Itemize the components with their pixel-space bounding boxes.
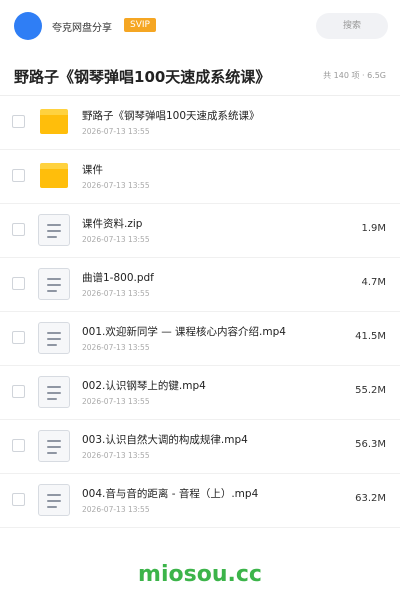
file-name[interactable]: 002.认识钢琴上的键.mp4 (82, 378, 206, 393)
document-icon (38, 214, 70, 246)
folder-icon (38, 160, 70, 192)
file-date: 2026-07-13 13:55 (82, 235, 150, 244)
avatar[interactable] (14, 12, 42, 40)
file-row[interactable]: 003.认识自然大调的构成规律.mp4 2026-07-13 13:55 56.3M (0, 420, 400, 474)
document-line (47, 452, 57, 454)
document-line (47, 398, 57, 400)
file-row[interactable]: 野路子《钢琴弹唱100天速成系统课》 2026-07-13 13:55 (0, 96, 400, 150)
document-icon (38, 376, 70, 408)
folder-body (40, 169, 68, 188)
document-line (47, 284, 61, 286)
file-date: 2026-07-13 13:55 (82, 397, 150, 406)
file-row[interactable]: 001.欢迎新同学 — 课程核心内容介绍.mp4 2026-07-13 13:55… (0, 312, 400, 366)
watermark: miosou.cc (138, 562, 262, 587)
row-checkbox[interactable] (12, 115, 25, 128)
folder-icon (38, 106, 70, 138)
file-date: 2026-07-13 13:55 (82, 289, 150, 298)
document-line (47, 230, 61, 232)
document-line (47, 236, 57, 238)
file-row[interactable]: 曲谱1-800.pdf 2026-07-13 13:55 4.7M (0, 258, 400, 312)
document-line (47, 344, 57, 346)
document-line (47, 506, 57, 508)
file-name[interactable]: 课件资料.zip (82, 216, 142, 231)
folder-body (40, 115, 68, 134)
document-line (47, 224, 61, 226)
document-line (47, 500, 61, 502)
file-row[interactable]: 课件资料.zip 2026-07-13 13:55 1.9M (0, 204, 400, 258)
file-row[interactable]: 课件 2026-07-13 13:55 (0, 150, 400, 204)
file-name[interactable]: 野路子《钢琴弹唱100天速成系统课》 (82, 108, 260, 123)
document-line (47, 392, 61, 394)
page-title: 野路子《钢琴弹唱100天速成系统课》 (14, 68, 271, 86)
file-date: 2026-07-13 13:55 (82, 505, 150, 514)
document-icon (38, 484, 70, 516)
svip-badge: SVIP (124, 18, 156, 32)
document-line (47, 446, 61, 448)
document-line (47, 386, 61, 388)
file-size: 56.3M (355, 439, 386, 450)
document-line (47, 290, 57, 292)
file-name[interactable]: 004.音与音的距离 - 音程（上）.mp4 (82, 486, 258, 501)
app-header: 夸克网盘分享 SVIP 搜索 (0, 0, 400, 52)
file-name[interactable]: 003.认识自然大调的构成规律.mp4 (82, 432, 248, 447)
file-date: 2026-07-13 13:55 (82, 127, 150, 136)
document-icon (38, 322, 70, 354)
file-size: 41.5M (355, 331, 386, 342)
row-checkbox[interactable] (12, 277, 25, 290)
document-line (47, 332, 61, 334)
file-size: 1.9M (361, 223, 386, 234)
document-line (47, 440, 61, 442)
file-name[interactable]: 001.欢迎新同学 — 课程核心内容介绍.mp4 (82, 324, 286, 339)
file-size: 63.2M (355, 493, 386, 504)
row-checkbox[interactable] (12, 331, 25, 344)
file-name[interactable]: 课件 (82, 162, 103, 177)
document-icon (38, 430, 70, 462)
username: 夸克网盘分享 (52, 23, 112, 34)
row-checkbox[interactable] (12, 385, 25, 398)
row-checkbox[interactable] (12, 223, 25, 236)
search-input[interactable]: 搜索 (316, 13, 388, 39)
document-line (47, 278, 61, 280)
title-row: 野路子《钢琴弹唱100天速成系统课》 共 140 项 · 6.5G (0, 56, 400, 96)
file-row[interactable]: 004.音与音的距离 - 音程（上）.mp4 2026-07-13 13:55 63… (0, 474, 400, 528)
row-checkbox[interactable] (12, 439, 25, 452)
document-icon (38, 268, 70, 300)
row-checkbox[interactable] (12, 169, 25, 182)
item-count-meta: 共 140 项 · 6.5G (323, 71, 386, 80)
file-size: 55.2M (355, 385, 386, 396)
file-date: 2026-07-13 13:55 (82, 451, 150, 460)
file-list: 野路子《钢琴弹唱100天速成系统课》 2026-07-13 13:55 课件 2026… (0, 96, 400, 528)
document-line (47, 494, 61, 496)
document-line (47, 338, 61, 340)
row-checkbox[interactable] (12, 493, 25, 506)
file-date: 2026-07-13 13:55 (82, 343, 150, 352)
file-size: 4.7M (361, 277, 386, 288)
file-name[interactable]: 曲谱1-800.pdf (82, 270, 154, 285)
file-date: 2026-07-13 13:55 (82, 181, 150, 190)
file-row[interactable]: 002.认识钢琴上的键.mp4 2026-07-13 13:55 55.2M (0, 366, 400, 420)
